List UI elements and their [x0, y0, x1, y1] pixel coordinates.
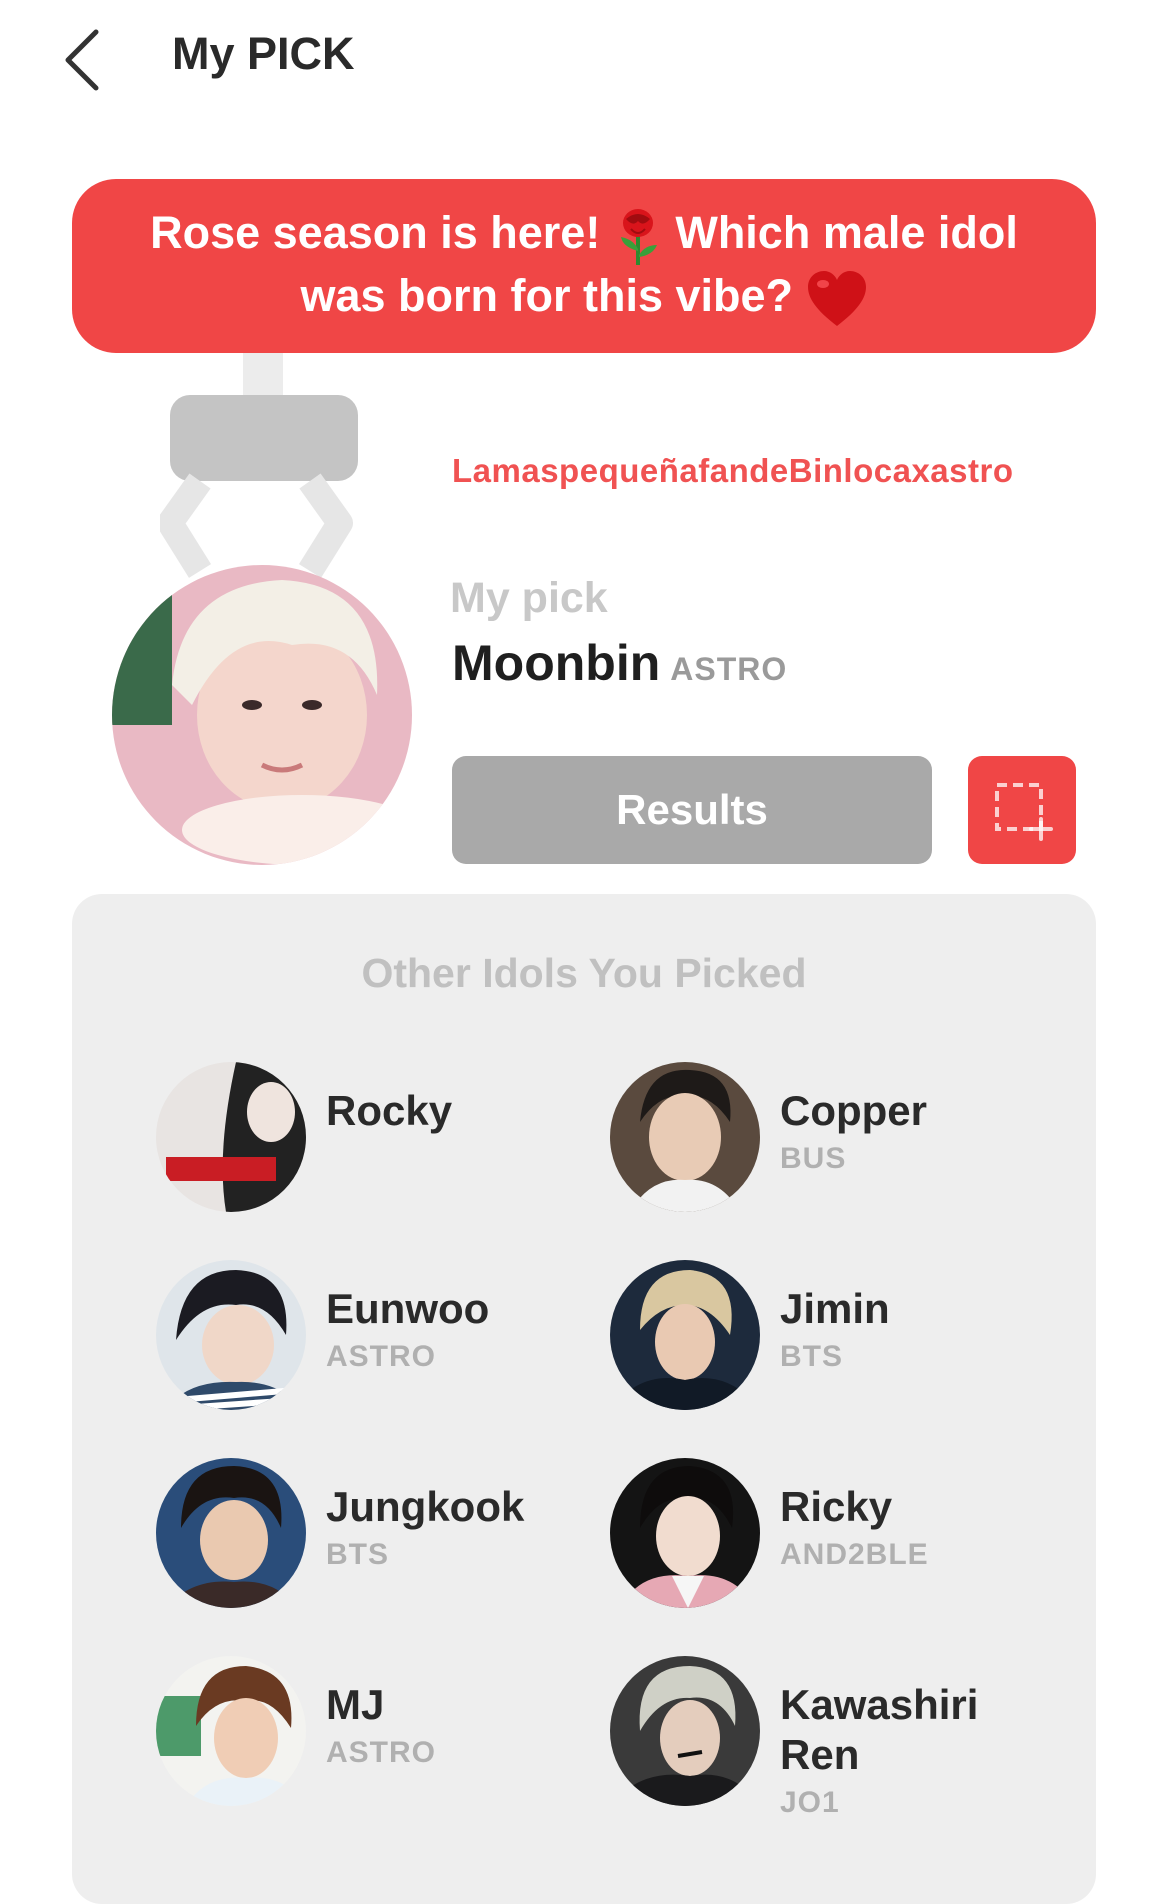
idol-name: Ricky [780, 1483, 893, 1530]
results-button[interactable]: Results [452, 756, 932, 864]
my-pick-label: My pick [450, 574, 608, 622]
idol-group: JO1 [780, 1786, 840, 1819]
rose-icon [620, 208, 657, 265]
idol-item-copper[interactable]: Copper BUS [610, 1062, 1050, 1222]
idol-group: ASTRO [326, 1340, 436, 1373]
idol-name: MJ [326, 1681, 385, 1728]
my-pick-name: Moonbin [452, 635, 661, 691]
banner-text-1b: Which male idol [675, 207, 1018, 259]
capture-button[interactable] [968, 756, 1076, 864]
idol-item-mj[interactable]: MJ ASTRO [156, 1656, 596, 1816]
idol-group: ASTRO [326, 1736, 436, 1769]
idol-avatar [610, 1260, 760, 1410]
heart-icon [807, 270, 866, 326]
back-button[interactable] [52, 20, 112, 100]
claw-graphic [160, 353, 358, 578]
banner-text-1: Rose season is here! [150, 207, 601, 259]
question-banner: Rose season is here! Which male idol was… [72, 179, 1096, 353]
other-idols-panel: Other Idols You Picked Rocky Copper BUS [72, 894, 1096, 1904]
idol-name: Rocky [326, 1087, 453, 1134]
idol-avatar [610, 1656, 760, 1806]
idol-item-kawashiri-ren[interactable]: Kawashiri Ren JO1 [610, 1656, 1050, 1819]
idol-item-rocky[interactable]: Rocky [156, 1062, 596, 1222]
idol-name: Jimin [780, 1285, 890, 1332]
banner-text-2: was born for this vibe? [300, 269, 794, 321]
idol-name: Jungkook [326, 1483, 525, 1530]
idol-name: Copper [780, 1087, 927, 1134]
idol-item-jimin[interactable]: Jimin BTS [610, 1260, 1050, 1420]
capture-add-icon [995, 783, 1053, 841]
idol-avatar [156, 1062, 306, 1212]
idol-avatar [610, 1458, 760, 1608]
username: LamaspequeñafandeBinlocaxastro [452, 452, 1014, 489]
my-pick-name-row: Moonbin ASTRO [452, 634, 787, 692]
idol-avatar [156, 1260, 306, 1410]
other-idols-title: Other Idols You Picked [361, 950, 807, 996]
my-pick-group: ASTRO [670, 651, 788, 687]
idol-avatar [156, 1458, 306, 1608]
idol-name: Kawashiri Ren [780, 1681, 979, 1778]
idol-group: AND2BLE [780, 1538, 929, 1571]
idol-item-jungkook[interactable]: Jungkook BTS [156, 1458, 596, 1618]
idol-avatar [610, 1062, 760, 1212]
idol-item-ricky[interactable]: Ricky AND2BLE [610, 1458, 1050, 1618]
idol-name: Eunwoo [326, 1285, 490, 1332]
chevron-left-icon [65, 29, 99, 91]
idol-item-eunwoo[interactable]: Eunwoo ASTRO [156, 1260, 596, 1420]
my-pick-avatar [112, 565, 412, 865]
page-title: My PICK [172, 28, 355, 79]
idol-group: BTS [326, 1538, 389, 1571]
idol-group: BUS [780, 1142, 847, 1175]
idol-avatar [156, 1656, 306, 1806]
idol-group: BTS [780, 1340, 843, 1373]
